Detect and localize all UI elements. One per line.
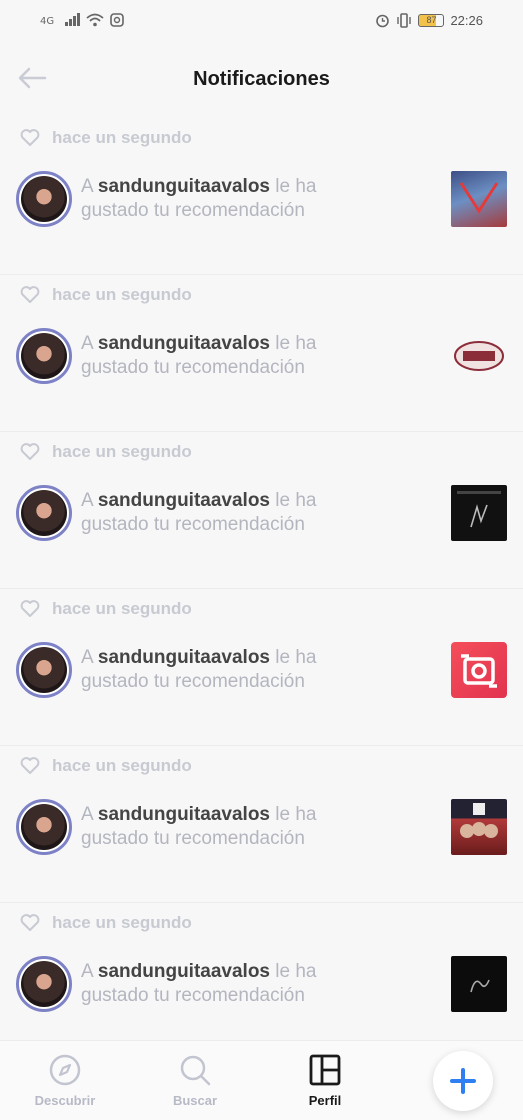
- arrow-left-icon: [18, 67, 47, 89]
- nav-perfil[interactable]: Perfil: [260, 1041, 390, 1120]
- profile-grid-icon: [309, 1054, 341, 1086]
- time-label: hace un segundo: [52, 442, 192, 461]
- album-cover-icon: [460, 803, 498, 838]
- svg-text:4G: 4G: [40, 16, 54, 27]
- avatar[interactable]: [16, 642, 72, 698]
- text-prefix: A: [81, 804, 93, 825]
- notification-body: A sandunguitaavalos le ha gustado tu rec…: [16, 325, 507, 387]
- notification-time: hace un segundo: [20, 754, 192, 778]
- notification-time: hace un segundo: [20, 597, 192, 621]
- vibrate-icon: [397, 12, 412, 28]
- avatar[interactable]: [16, 956, 72, 1012]
- notification-body: A sandunguitaavalos le ha gustado tu rec…: [16, 168, 507, 230]
- signal-icon: [65, 13, 80, 26]
- album-cover-thumbnail[interactable]: [451, 956, 507, 1012]
- time-label: hace un segundo: [52, 756, 192, 775]
- notification-body: A sandunguitaavalos le ha gustado tu rec…: [16, 639, 507, 701]
- album-cover-thumbnail[interactable]: [451, 171, 507, 227]
- text-prefix: A: [81, 333, 93, 354]
- album-cover-thumbnail[interactable]: [451, 485, 507, 541]
- notification-text: A sandunguitaavalos le ha gustado tu rec…: [81, 646, 371, 694]
- add-button[interactable]: [433, 1050, 493, 1111]
- album-cover-thumbnail[interactable]: [451, 328, 507, 384]
- album-cover-icon: [459, 182, 499, 214]
- time-label: hace un segundo: [52, 128, 192, 147]
- app-icon: [461, 654, 497, 688]
- time-label: hace un segundo: [52, 285, 192, 304]
- wifi-icon: [86, 13, 104, 27]
- clock: 22:26: [450, 12, 483, 28]
- compass-icon: [49, 1054, 81, 1086]
- avatar[interactable]: [16, 171, 72, 227]
- username[interactable]: sandunguitaavalos: [98, 961, 270, 982]
- heart-icon: [20, 757, 40, 774]
- nav-descubrir[interactable]: Descubrir: [0, 1041, 130, 1120]
- notification-icon: [110, 13, 124, 27]
- plus-icon: [450, 1067, 476, 1094]
- page-title: Notificaciones: [193, 67, 330, 90]
- notification-text: A sandunguitaavalos le ha gustado tu rec…: [81, 960, 371, 1008]
- notification-item[interactable]: hace un segundo A sandunguitaavalos le h…: [0, 275, 523, 432]
- heart-icon: [20, 443, 40, 460]
- notification-text: A sandunguitaavalos le ha gustado tu rec…: [81, 175, 371, 223]
- notification-item[interactable]: hace un segundo A sandunguitaavalos le h…: [0, 432, 523, 589]
- heart-icon: [20, 914, 40, 931]
- notification-time: hace un segundo: [20, 911, 192, 935]
- search-icon: [180, 1055, 211, 1086]
- time-label: hace un segundo: [52, 599, 192, 618]
- username[interactable]: sandunguitaavalos: [98, 490, 270, 511]
- avatar[interactable]: [16, 485, 72, 541]
- status-icons-left: 4G: [40, 13, 124, 27]
- nav-label: Perfil: [308, 1093, 342, 1108]
- network-icon: 4G: [40, 16, 54, 27]
- notification-body: A sandunguitaavalos le ha gustado tu rec…: [16, 796, 507, 858]
- notification-item[interactable]: hace un segundo A sandunguitaavalos le h…: [0, 903, 523, 1038]
- header: Notificaciones: [0, 40, 523, 118]
- avatar[interactable]: [16, 328, 72, 384]
- username[interactable]: sandunguitaavalos: [98, 333, 270, 354]
- album-cover-icon: [457, 491, 501, 528]
- username[interactable]: sandunguitaavalos: [98, 804, 270, 825]
- notification-item[interactable]: hace un segundo A sandunguitaavalos le h…: [0, 118, 523, 275]
- status-icons-right: 87 22:26: [375, 13, 483, 28]
- username[interactable]: sandunguitaavalos: [98, 176, 270, 197]
- back-button[interactable]: [16, 62, 48, 94]
- album-cover-icon: [470, 979, 490, 993]
- album-cover-icon: [454, 341, 504, 371]
- time-label: hace un segundo: [52, 913, 192, 932]
- notification-text: A sandunguitaavalos le ha gustado tu rec…: [81, 332, 371, 380]
- notification-item[interactable]: hace un segundo A sandunguitaavalos le h…: [0, 589, 523, 746]
- notification-time: hace un segundo: [20, 126, 192, 150]
- notification-text: A sandunguitaavalos le ha gustado tu rec…: [81, 489, 371, 537]
- username[interactable]: sandunguitaavalos: [98, 647, 270, 668]
- notification-list: hace un segundo A sandunguitaavalos le h…: [0, 118, 523, 1038]
- alarm-icon: [376, 14, 390, 27]
- avatar[interactable]: [16, 799, 72, 855]
- text-prefix: A: [81, 176, 93, 197]
- notification-item[interactable]: hace un segundo A sandunguitaavalos le h…: [0, 746, 523, 903]
- heart-icon: [20, 286, 40, 303]
- nav-label: Buscar: [172, 1093, 218, 1108]
- text-prefix: A: [81, 647, 93, 668]
- nav-label: Descubrir: [34, 1093, 96, 1108]
- notification-time: hace un segundo: [20, 440, 192, 464]
- notification-body: A sandunguitaavalos le ha gustado tu rec…: [16, 953, 507, 1015]
- notification-body: A sandunguitaavalos le ha gustado tu rec…: [16, 482, 507, 544]
- app-icon-thumbnail[interactable]: [451, 642, 507, 698]
- notification-text: A sandunguitaavalos le ha gustado tu rec…: [81, 803, 371, 851]
- heart-icon: [20, 600, 40, 617]
- notification-time: hace un segundo: [20, 283, 192, 307]
- heart-icon: [20, 129, 40, 146]
- album-cover-thumbnail[interactable]: [451, 799, 507, 855]
- bottom-nav: Descubrir Buscar Perfil: [0, 1040, 523, 1120]
- battery-icon: 87: [418, 13, 445, 27]
- nav-buscar[interactable]: Buscar: [130, 1041, 260, 1120]
- text-prefix: A: [81, 961, 93, 982]
- status-bar: 4G 87 22:26: [0, 0, 523, 40]
- text-prefix: A: [81, 490, 93, 511]
